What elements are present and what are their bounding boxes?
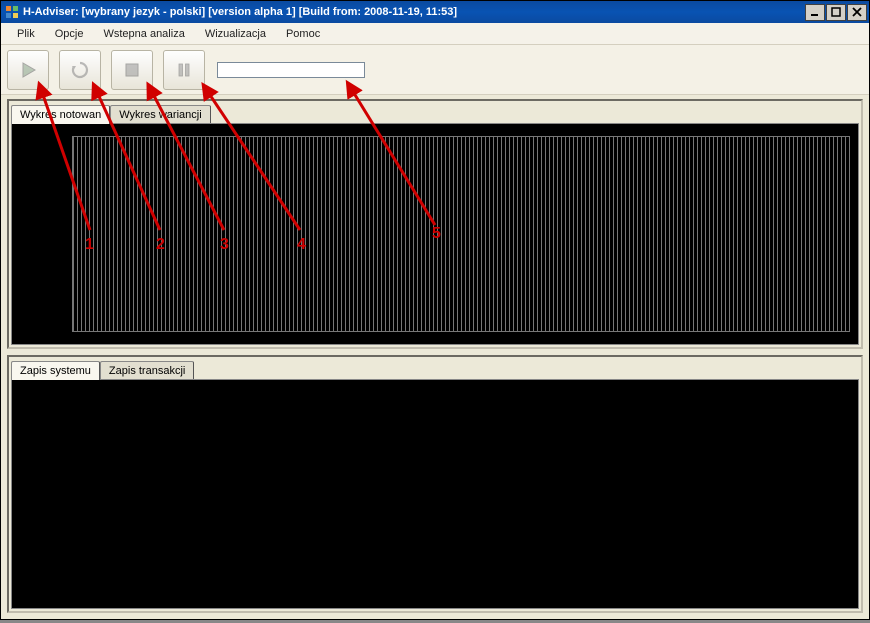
maximize-button[interactable] [826, 4, 846, 21]
refresh-button[interactable] [59, 50, 101, 90]
titlebar: H-Adviser: [wybrany jezyk - polski] [ver… [1, 1, 869, 23]
close-icon [852, 7, 862, 17]
window-title: H-Adviser: [wybrany jezyk - polski] [ver… [23, 6, 805, 18]
pause-icon [174, 60, 194, 80]
menu-pomoc[interactable]: Pomoc [276, 25, 330, 43]
pause-button[interactable] [163, 50, 205, 90]
menu-opcje[interactable]: Opcje [45, 25, 94, 43]
log-tabstrip: Zapis systemu Zapis transakcji [9, 357, 861, 379]
menubar: Plik Opcje Wstepna analiza Wizualizacja … [1, 23, 869, 45]
tab-wykres-notowan[interactable]: Wykres notowan [11, 105, 110, 124]
chart-plot-area [72, 136, 850, 332]
progress-bar [217, 62, 365, 78]
content-area: Wykres notowan Wykres wariancji Zapis sy… [1, 95, 869, 619]
tab-wykres-wariancji[interactable]: Wykres wariancji [110, 105, 210, 124]
maximize-icon [831, 7, 841, 17]
play-icon [18, 60, 38, 80]
play-button[interactable] [7, 50, 49, 90]
refresh-icon [70, 60, 90, 80]
window-controls [805, 4, 867, 21]
minimize-icon [810, 7, 820, 17]
menu-wstepna-analiza[interactable]: Wstepna analiza [93, 25, 194, 43]
toolbar [1, 45, 869, 95]
stop-icon [122, 60, 142, 80]
minimize-button[interactable] [805, 4, 825, 21]
chart-panel: Wykres notowan Wykres wariancji [7, 99, 863, 349]
chart-body [11, 123, 859, 345]
app-window: H-Adviser: [wybrany jezyk - polski] [ver… [0, 0, 870, 620]
close-button[interactable] [847, 4, 867, 21]
menu-plik[interactable]: Plik [7, 25, 45, 43]
tab-zapis-transakcji[interactable]: Zapis transakcji [100, 361, 194, 380]
tab-zapis-systemu[interactable]: Zapis systemu [11, 361, 100, 380]
stop-button[interactable] [111, 50, 153, 90]
log-panel: Zapis systemu Zapis transakcji [7, 355, 863, 613]
log-body [11, 379, 859, 609]
menu-wizualizacja[interactable]: Wizualizacja [195, 25, 276, 43]
app-icon [5, 5, 19, 19]
chart-tabstrip: Wykres notowan Wykres wariancji [9, 101, 861, 123]
